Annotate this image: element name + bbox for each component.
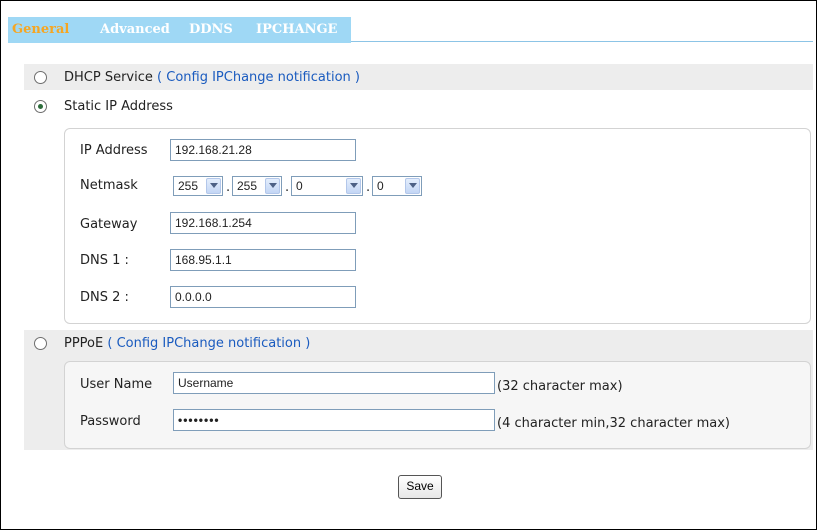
netmask-octet-1-value: 255 bbox=[178, 179, 199, 193]
netmask-separator: . bbox=[285, 180, 290, 195]
netmask-octet-4-select[interactable]: 0 bbox=[372, 176, 422, 196]
netmask-octet-3-value: 0 bbox=[296, 179, 303, 193]
tab-advanced[interactable]: Advanced bbox=[100, 17, 170, 43]
dns1-input[interactable] bbox=[170, 249, 356, 271]
dhcp-config-link[interactable]: ( Config IPChange notification ) bbox=[157, 70, 360, 85]
netmask-separator: . bbox=[366, 180, 371, 195]
chevron-down-icon bbox=[206, 178, 221, 194]
ip-address-label: IP Address bbox=[80, 143, 148, 158]
pppoe-config-link[interactable]: ( Config IPChange notification ) bbox=[107, 336, 310, 351]
netmask-separator: . bbox=[226, 180, 231, 195]
netmask-octet-4-value: 0 bbox=[377, 179, 384, 193]
chevron-down-icon bbox=[405, 178, 420, 194]
netmask-octet-1-select[interactable]: 255 bbox=[173, 176, 223, 196]
ip-address-input[interactable] bbox=[170, 139, 356, 161]
gateway-input[interactable] bbox=[170, 212, 356, 234]
netmask-octet-3-select[interactable]: 0 bbox=[291, 176, 363, 196]
pppoe-label-text: PPPoE bbox=[64, 336, 104, 351]
static-ip-label: Static IP Address bbox=[64, 99, 173, 114]
tab-ipchange[interactable]: IPCHANGE bbox=[256, 17, 337, 43]
static-ip-radio[interactable] bbox=[34, 100, 47, 113]
dhcp-label-text: DHCP Service bbox=[64, 70, 153, 85]
username-input[interactable] bbox=[173, 372, 495, 394]
tab-ddns[interactable]: DDNS bbox=[189, 17, 233, 43]
netmask-octet-2-select[interactable]: 255 bbox=[232, 176, 282, 196]
dhcp-radio[interactable] bbox=[34, 71, 47, 84]
tab-strip: General Advanced DDNS IPCHANGE bbox=[8, 5, 813, 43]
tab-general[interactable]: General bbox=[12, 17, 69, 43]
dns2-input[interactable] bbox=[170, 286, 356, 308]
dns1-label: DNS 1 : bbox=[80, 253, 129, 268]
chevron-down-icon bbox=[346, 178, 361, 194]
password-input[interactable]: •••••••• bbox=[173, 409, 495, 431]
gateway-label: Gateway bbox=[80, 217, 138, 232]
password-hint: (4 character min,32 character max) bbox=[497, 416, 730, 431]
save-button[interactable]: Save bbox=[398, 475, 442, 499]
pppoe-label: PPPoE ( Config IPChange notification ) bbox=[64, 336, 310, 351]
username-label: User Name bbox=[80, 377, 153, 392]
dns2-label: DNS 2 : bbox=[80, 290, 129, 305]
password-label: Password bbox=[80, 414, 141, 429]
pppoe-radio[interactable] bbox=[34, 337, 47, 350]
username-hint: (32 character max) bbox=[497, 379, 623, 394]
chevron-down-icon bbox=[265, 178, 280, 194]
netmask-octet-2-value: 255 bbox=[237, 179, 258, 193]
netmask-label: Netmask bbox=[80, 178, 138, 193]
dhcp-label: DHCP Service ( Config IPChange notificat… bbox=[64, 70, 360, 85]
